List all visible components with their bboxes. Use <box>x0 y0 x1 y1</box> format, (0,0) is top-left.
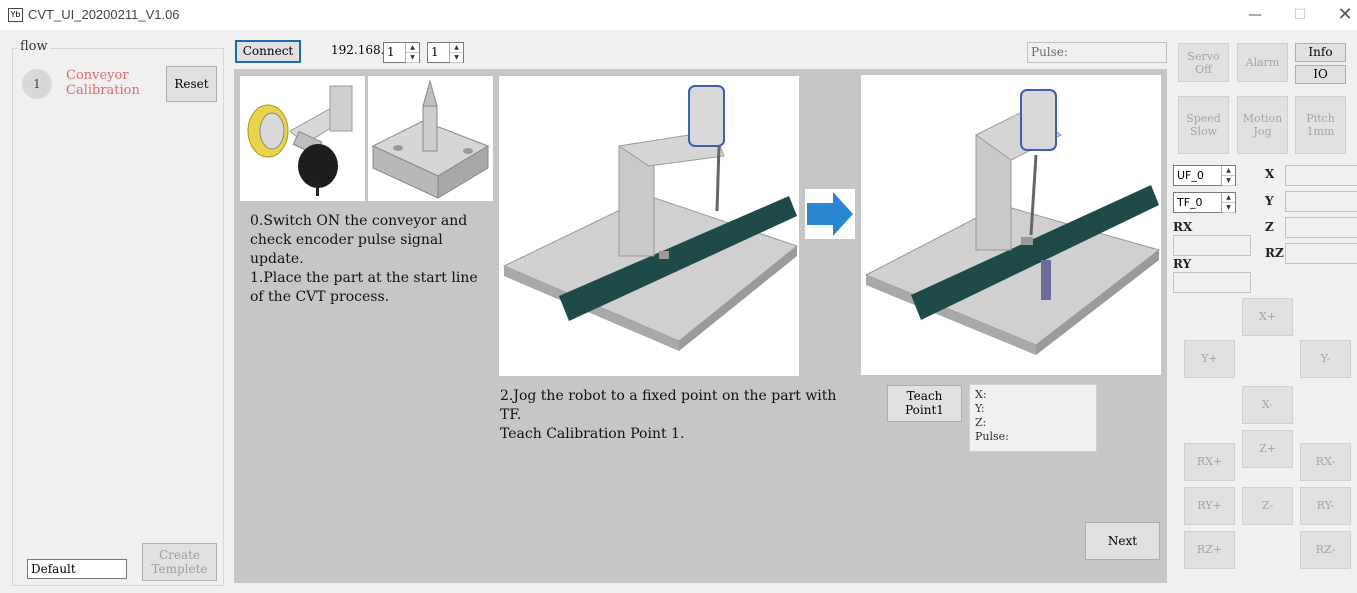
chevron-down-icon[interactable]: ▼ <box>1222 203 1235 213</box>
app-icon: Yb <box>8 8 23 22</box>
jog-rz-minus-button[interactable]: RZ- <box>1300 531 1351 569</box>
chevron-down-icon[interactable]: ▼ <box>406 53 419 63</box>
instruction-step-0-1: 0.Switch ON the conveyor and check encod… <box>250 213 478 305</box>
coord-x-label: X: <box>975 388 987 401</box>
window-title: CVT_UI_20200211_V1.06 <box>28 7 180 22</box>
coord-z-label: Z: <box>975 416 987 429</box>
axis-ry-field <box>1173 272 1251 293</box>
jog-rx-minus-button[interactable]: RX- <box>1300 443 1351 481</box>
ip-part4-stepper[interactable]: 1 ▲ ▼ <box>427 42 464 63</box>
axis-z-label: Z <box>1265 220 1274 234</box>
robot-scene-before-image <box>499 76 799 376</box>
encoder-wheel-image <box>240 76 365 201</box>
axis-rz-field <box>1285 243 1357 264</box>
chevron-up-icon[interactable]: ▲ <box>450 43 463 53</box>
step-number-badge: 1 <box>22 69 52 99</box>
info-button[interactable]: Info <box>1295 43 1346 62</box>
alarm-button[interactable]: Alarm <box>1237 43 1288 82</box>
minimize-button[interactable]: — <box>1232 0 1278 30</box>
user-frame-stepper[interactable]: UF_0 ▲ ▼ <box>1173 165 1236 186</box>
next-button[interactable]: Next <box>1085 522 1160 560</box>
axis-rx-label: RX <box>1173 220 1193 234</box>
motion-jog-button[interactable]: Motion Jog <box>1237 96 1288 154</box>
jog-y-plus-button[interactable]: Y+ <box>1184 340 1235 378</box>
axis-y-label: Y <box>1265 194 1274 208</box>
part-image <box>368 76 493 201</box>
create-template-button[interactable]: Create Templete <box>142 543 217 581</box>
ip-part4-arrows[interactable]: ▲ ▼ <box>449 43 463 63</box>
ip-part4-value: 1 <box>431 45 439 59</box>
ip-part3-value: 1 <box>387 45 395 59</box>
tool-frame-stepper[interactable]: TF_0 ▲ ▼ <box>1173 192 1236 213</box>
jog-rz-plus-button[interactable]: RZ+ <box>1184 531 1235 569</box>
axis-rz-label: RZ <box>1265 246 1284 260</box>
step-label[interactable]: Conveyor Calibration <box>66 68 156 98</box>
coord-pulse-label: Pulse: <box>975 430 1009 443</box>
axis-z-field <box>1285 217 1357 238</box>
chevron-down-icon[interactable]: ▼ <box>1222 176 1235 186</box>
io-button[interactable]: IO <box>1295 65 1346 84</box>
axis-ry-label: RY <box>1173 257 1192 271</box>
reset-button[interactable]: Reset <box>166 66 217 102</box>
template-name-input[interactable] <box>27 559 127 579</box>
jog-ry-plus-button[interactable]: RY+ <box>1184 487 1235 525</box>
title-bar <box>0 0 1357 30</box>
coord-y-label: Y: <box>975 402 985 415</box>
servo-off-button[interactable]: Servo Off <box>1178 43 1229 82</box>
tool-frame-value: TF_0 <box>1177 196 1203 209</box>
robot-scene-after-image <box>861 75 1161 375</box>
flow-group <box>12 48 224 586</box>
connect-button[interactable]: Connect <box>235 40 301 63</box>
jog-rx-plus-button[interactable]: RX+ <box>1184 443 1235 481</box>
ip-part3-arrows[interactable]: ▲ ▼ <box>405 43 419 63</box>
jog-x-plus-button[interactable]: X+ <box>1242 298 1293 336</box>
flow-legend: flow <box>18 39 50 54</box>
chevron-down-icon[interactable]: ▼ <box>450 53 463 63</box>
tool-frame-arrows[interactable]: ▲ ▼ <box>1221 193 1235 213</box>
user-frame-arrows[interactable]: ▲ ▼ <box>1221 166 1235 186</box>
arrow-right-icon <box>805 189 855 239</box>
pitch-1mm-button[interactable]: Pitch 1mm <box>1295 96 1346 154</box>
pulse-display: Pulse: <box>1027 42 1167 63</box>
ip-prefix-label: 192.168. <box>331 43 385 57</box>
chevron-up-icon[interactable]: ▲ <box>1222 166 1235 176</box>
chevron-up-icon[interactable]: ▲ <box>1222 193 1235 203</box>
axis-x-label: X <box>1265 167 1275 181</box>
ip-part3-stepper[interactable]: 1 ▲ ▼ <box>383 42 420 63</box>
close-button[interactable]: ✕ <box>1322 0 1357 30</box>
maximize-button[interactable]: ☐ <box>1277 0 1323 30</box>
chevron-up-icon[interactable]: ▲ <box>406 43 419 53</box>
jog-z-minus-button[interactable]: Z- <box>1242 487 1293 525</box>
user-frame-value: UF_0 <box>1177 169 1204 182</box>
teach-coordinates-display: X: Y: Z: Pulse: <box>969 384 1097 452</box>
speed-slow-button[interactable]: Speed Slow <box>1178 96 1229 154</box>
axis-rx-field <box>1173 235 1251 256</box>
jog-x-minus-button[interactable]: X- <box>1242 386 1293 424</box>
jog-ry-minus-button[interactable]: RY- <box>1300 487 1351 525</box>
jog-z-plus-button[interactable]: Z+ <box>1242 430 1293 468</box>
axis-y-field <box>1285 191 1357 212</box>
instruction-step-2: 2.Jog the robot to a fixed point on the … <box>500 388 837 442</box>
jog-y-minus-button[interactable]: Y- <box>1300 340 1351 378</box>
teach-point1-button[interactable]: Teach Point1 <box>887 385 962 422</box>
axis-x-field <box>1285 165 1357 186</box>
